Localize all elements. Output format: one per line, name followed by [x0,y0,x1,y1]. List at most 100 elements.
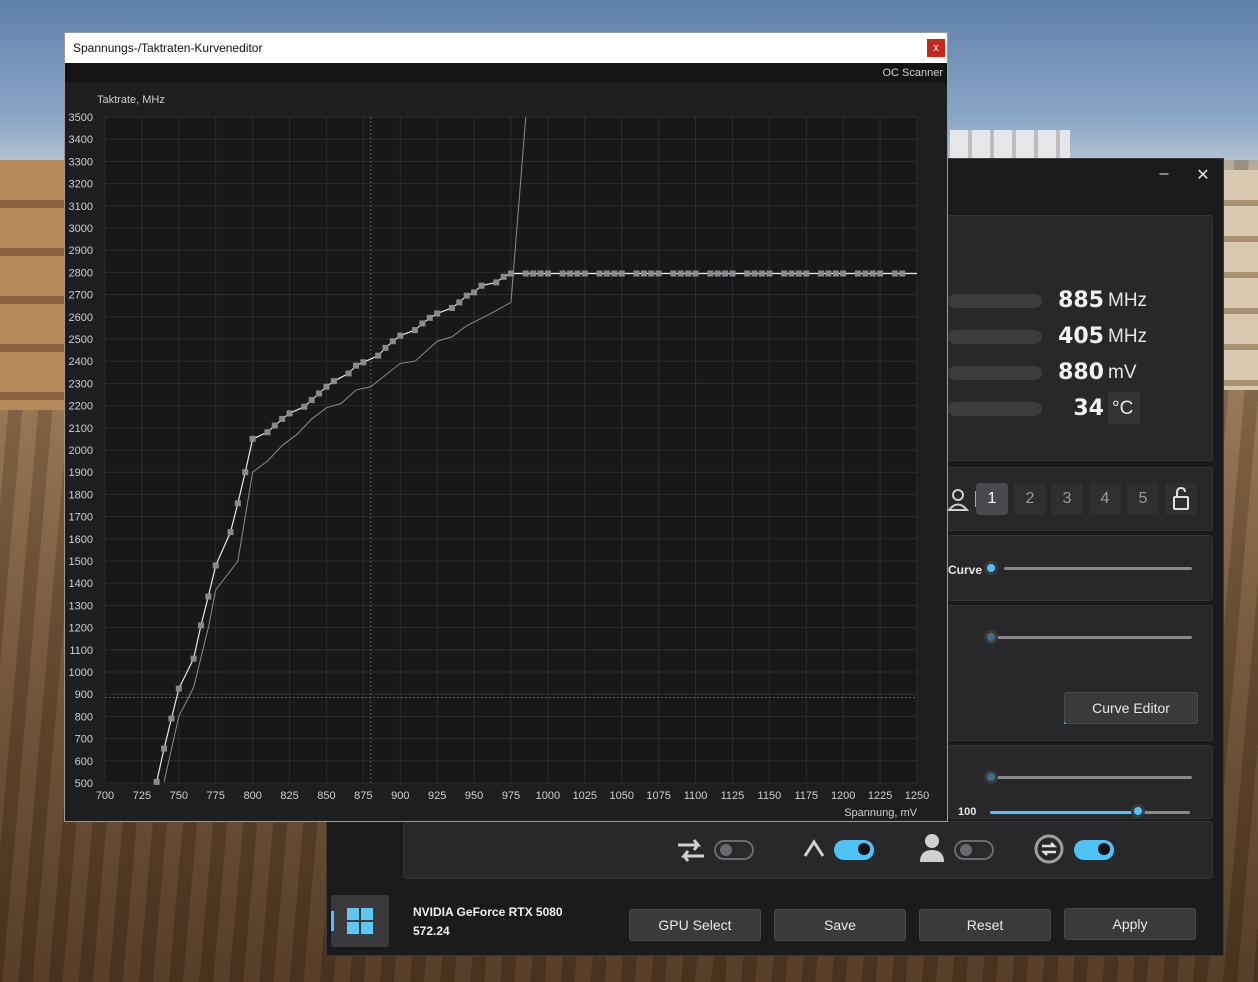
reset-button[interactable]: Reset [919,909,1051,941]
curve-point[interactable] [596,270,603,277]
curve-point[interactable] [197,622,204,629]
curve-point[interactable] [581,270,588,277]
curve-point[interactable] [500,273,507,280]
curve-point[interactable] [611,270,618,277]
curve-point[interactable] [744,270,751,277]
apply-button[interactable]: Apply [1064,908,1196,940]
curve-point[interactable] [758,270,765,277]
curve-point[interactable] [375,352,382,359]
gpu-logo-tile[interactable] [331,895,389,947]
profile-5-button[interactable]: 5 [1127,483,1159,515]
curve-point[interactable] [456,299,463,306]
profile-2-button[interactable]: 2 [1014,483,1046,515]
curve-point[interactable] [722,270,729,277]
curve-point[interactable] [360,359,367,366]
curve-point[interactable] [316,390,323,397]
curve-slider-knob[interactable] [984,561,998,575]
curve-point[interactable] [352,362,359,369]
curve-point[interactable] [323,383,330,390]
oc-scanner-button[interactable]: OC Scanner [882,67,943,79]
curve-point[interactable] [877,270,884,277]
curve-point[interactable] [397,332,404,339]
curve-point[interactable] [212,562,219,569]
profile-1-button[interactable]: 1 [976,483,1008,515]
curve-editor-button[interactable]: Curve Editor [1064,692,1198,724]
curve-point[interactable] [832,270,839,277]
curve-point[interactable] [818,270,825,277]
curve-point[interactable] [271,422,278,429]
curve-point[interactable] [448,304,455,311]
curve-point[interactable] [670,270,677,277]
curve-point[interactable] [574,270,581,277]
offset-slider-knob[interactable] [984,630,998,644]
curve-point[interactable] [707,270,714,277]
fan-sync-toggle[interactable] [1074,840,1114,860]
curve-point[interactable] [434,310,441,317]
curve-point[interactable] [330,378,337,385]
curve-point[interactable] [854,270,861,277]
curve-point[interactable] [175,685,182,692]
curve-point[interactable] [279,415,286,422]
curve-point[interactable] [227,529,234,536]
curve-point[interactable] [389,338,396,345]
curve-point[interactable] [508,270,514,277]
curve-point[interactable] [788,270,795,277]
editor-close-button[interactable]: x [927,39,945,57]
curve-point[interactable] [242,469,249,476]
curve-point[interactable] [862,270,869,277]
auto-mode-toggle[interactable] [834,840,874,860]
offset-slider-track[interactable] [988,636,1192,639]
gpu-select-button[interactable]: GPU Select [629,909,761,941]
curve-point[interactable] [168,715,175,722]
curve-point[interactable] [648,270,655,277]
curve-point[interactable] [308,397,315,404]
curve-point[interactable] [190,655,197,662]
save-button[interactable]: Save [774,909,906,941]
curve-point[interactable] [618,270,625,277]
curve-point[interactable] [766,270,773,277]
fan-speed-slider-knob[interactable] [1131,804,1145,818]
curve-point[interactable] [840,270,847,277]
curve-point[interactable] [567,270,574,277]
curve-point[interactable] [234,500,241,507]
minimize-button[interactable]: – [1149,165,1179,183]
profile-3-button[interactable]: 3 [1051,483,1083,515]
curve-point[interactable] [751,270,758,277]
curve-point[interactable] [426,314,433,321]
curve-point[interactable] [803,270,810,277]
curve-point[interactable] [559,270,566,277]
close-button[interactable]: ✕ [1188,165,1218,185]
curve-point[interactable] [603,270,610,277]
curve-point[interactable] [286,410,293,417]
curve-point[interactable] [781,270,788,277]
curve-point[interactable] [249,435,256,442]
curve-chart[interactable]: Taktrate, MHz Spannung, mV 700 725 750 775 8… [65,83,947,821]
curve-point[interactable] [161,745,168,752]
curve-point[interactable] [692,270,699,277]
curve-point[interactable] [729,270,736,277]
curve-point[interactable] [522,270,529,277]
curve-point[interactable] [419,320,426,327]
lock-button[interactable] [1165,483,1197,515]
curve-point[interactable] [382,344,389,351]
curve-point[interactable] [685,270,692,277]
curve-point[interactable] [471,289,478,296]
curve-point[interactable] [714,270,721,277]
curve-point[interactable] [493,279,500,286]
user-toggle[interactable] [954,840,994,860]
sync-toggle[interactable] [714,840,754,860]
curve-point[interactable] [205,593,212,600]
curve-slider-track[interactable] [1004,567,1192,570]
curve-point[interactable] [478,282,485,289]
curve-point[interactable] [891,270,898,277]
curve-point[interactable] [264,429,271,436]
curve-point[interactable] [463,292,470,299]
curve-point[interactable] [153,778,160,785]
curve-point[interactable] [530,270,537,277]
curve-point[interactable] [869,270,876,277]
curve-point[interactable] [899,270,906,277]
curve-point[interactable] [537,270,544,277]
curve-point[interactable] [301,403,308,410]
curve-point[interactable] [345,370,352,377]
curve-point[interactable] [544,270,551,277]
